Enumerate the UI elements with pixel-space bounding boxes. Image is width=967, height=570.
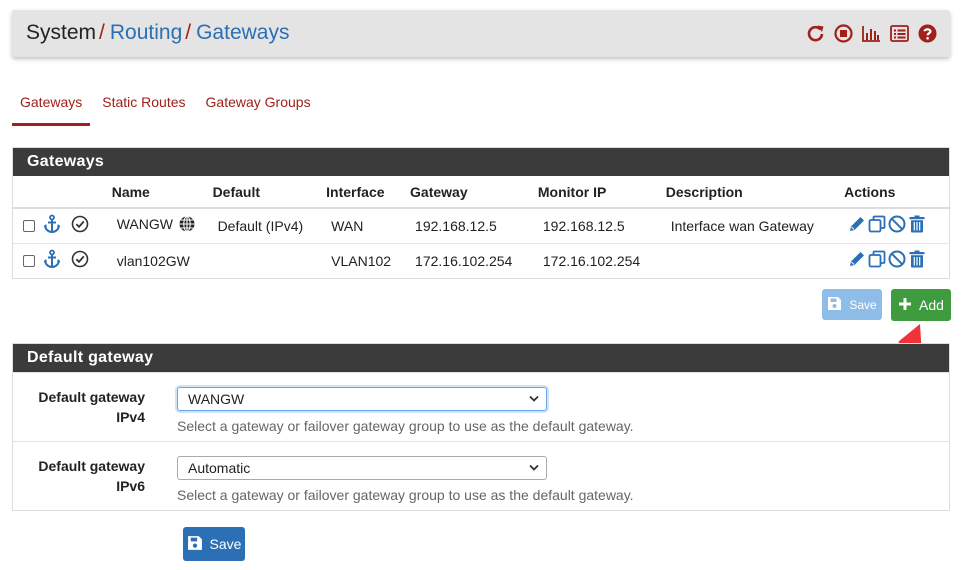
- col-actions: Actions: [844, 176, 949, 209]
- floppy-disk-icon: [187, 535, 203, 554]
- tab-bar: Gateways Static Routes Gateway Groups: [12, 92, 323, 126]
- default-gateway-ipv6-label: Default gateway IPv6: [38, 458, 145, 494]
- gateway-monitor-ip: 192.168.12.5: [537, 207, 666, 243]
- save-default-gateway-label: Save: [209, 536, 242, 552]
- check-circle-icon: [71, 250, 89, 271]
- tab-gateway-groups[interactable]: Gateway Groups: [198, 92, 319, 126]
- edit-icon[interactable]: [847, 249, 867, 272]
- add-gateway-button[interactable]: Add: [891, 289, 951, 321]
- gateway-name: WANGW: [116, 216, 173, 233]
- gateway-description: Interface wan Gateway: [665, 207, 845, 243]
- col-default: Default: [212, 176, 327, 209]
- row-checkbox[interactable]: [23, 219, 35, 232]
- breadcrumb-separator: /: [99, 21, 105, 44]
- tab-gateways[interactable]: Gateways: [12, 92, 91, 126]
- chevron-down-icon: [528, 459, 540, 480]
- trash-icon[interactable]: [907, 214, 927, 237]
- list-icon[interactable]: [889, 23, 910, 44]
- breadcrumb-system: System: [26, 21, 97, 44]
- col-gateway: Gateway: [410, 176, 538, 209]
- save-gateways-button[interactable]: Save: [822, 289, 882, 320]
- gateway-monitor-ip: 172.16.102.254: [537, 242, 666, 278]
- tab-static-routes[interactable]: Static Routes: [94, 92, 193, 126]
- edit-icon[interactable]: [847, 214, 867, 237]
- gateway-address: 192.168.12.5: [410, 207, 538, 243]
- disable-icon[interactable]: [887, 249, 907, 272]
- anchor-icon[interactable]: [42, 214, 62, 237]
- globe-icon: [178, 215, 196, 236]
- table-header-row: Name Default Interface Gateway Monitor I…: [13, 176, 949, 209]
- floppy-disk-icon: [827, 296, 842, 314]
- help-icon[interactable]: [917, 23, 938, 44]
- gateways-table: Name Default Interface Gateway Monitor I…: [13, 176, 949, 278]
- default-gateway-ipv6-row: Default gateway IPv6 Automatic Select a …: [13, 441, 949, 510]
- plus-icon: [898, 297, 912, 314]
- save-gateways-label: Save: [849, 297, 877, 312]
- gateway-default: Default (IPv4): [212, 207, 327, 243]
- page-header: System / Routing / Gateways: [12, 10, 950, 57]
- gateway-default: [212, 242, 327, 278]
- col-description: Description: [665, 176, 845, 209]
- breadcrumb: System / Routing / Gateways: [26, 21, 289, 45]
- default-gateway-ipv6-help: Select a gateway or failover gateway gro…: [177, 487, 634, 503]
- save-default-gateway-button[interactable]: Save: [183, 527, 245, 561]
- trash-icon[interactable]: [907, 249, 927, 272]
- stop-icon[interactable]: [833, 23, 854, 44]
- gateways-panel-title: Gateways: [13, 148, 949, 176]
- default-gateway-ipv4-value: WANGW: [188, 391, 245, 407]
- default-gateway-ipv4-select[interactable]: WANGW: [177, 387, 547, 411]
- copy-icon[interactable]: [867, 249, 887, 272]
- table-row: vlan102GW VLAN102 172.16.102.254 172.16.…: [13, 242, 949, 278]
- col-name: Name: [111, 176, 213, 209]
- table-row: WANGW Default (IPv4) WAN 192.168.12.5 19…: [13, 207, 949, 243]
- gateway-name: vlan102GW: [111, 242, 213, 278]
- gateway-description: [665, 242, 845, 278]
- breadcrumb-routing[interactable]: Routing: [110, 21, 182, 44]
- breadcrumb-separator: /: [185, 21, 192, 44]
- col-interface: Interface: [326, 176, 411, 209]
- disable-icon[interactable]: [887, 214, 907, 237]
- default-gateway-ipv4-label: Default gateway IPv4: [38, 389, 145, 425]
- chevron-down-icon: [528, 390, 540, 411]
- col-monitor-ip: Monitor IP: [537, 176, 666, 209]
- gateways-panel: Gateways Name Default Interface Gateway …: [12, 147, 950, 279]
- gateway-address: 172.16.102.254: [410, 242, 538, 278]
- default-gateway-panel-title: Default gateway: [13, 344, 949, 372]
- chart-icon[interactable]: [861, 23, 882, 44]
- default-gateway-ipv4-help: Select a gateway or failover gateway gro…: [177, 418, 634, 434]
- gateway-interface: VLAN102: [326, 242, 411, 278]
- anchor-icon[interactable]: [42, 249, 62, 272]
- default-gateway-ipv6-select[interactable]: Automatic: [177, 456, 547, 480]
- breadcrumb-gateways[interactable]: Gateways: [196, 21, 289, 44]
- row-checkbox[interactable]: [23, 254, 35, 267]
- default-gateway-panel: Default gateway Default gateway IPv4 WAN…: [12, 343, 950, 511]
- gateway-interface: WAN: [326, 207, 411, 243]
- default-gateway-ipv6-value: Automatic: [188, 460, 251, 476]
- copy-icon[interactable]: [867, 214, 887, 237]
- default-gateway-ipv4-row: Default gateway IPv4 WANGW Select a gate…: [13, 372, 949, 441]
- check-circle-icon: [71, 215, 89, 236]
- reload-icon[interactable]: [805, 23, 826, 44]
- add-gateway-label: Add: [919, 297, 944, 313]
